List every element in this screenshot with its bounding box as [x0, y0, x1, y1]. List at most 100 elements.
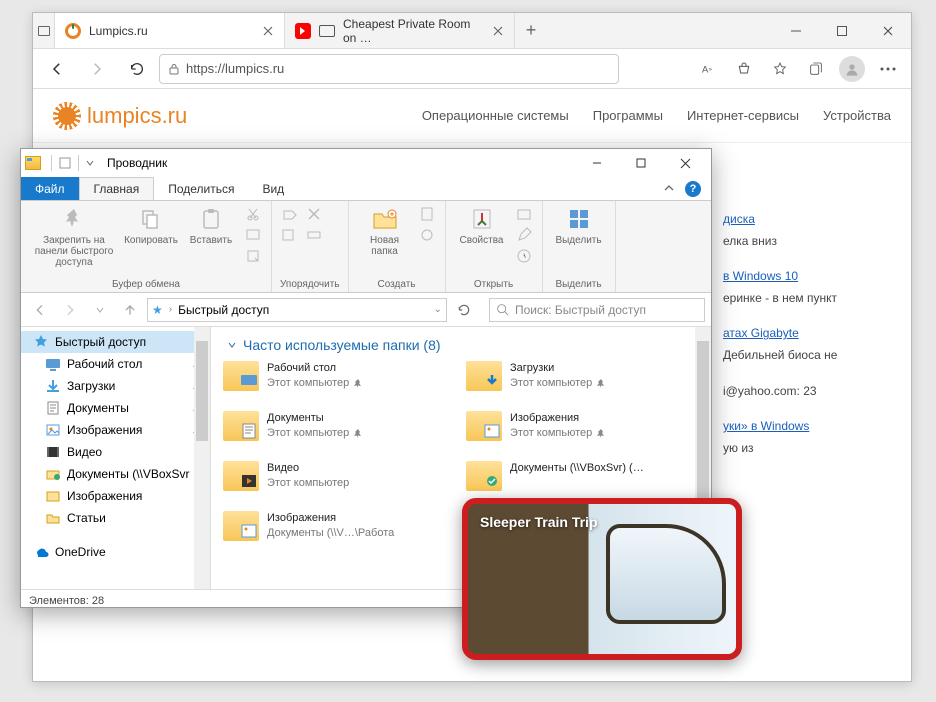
tree-item-star[interactable]: Быстрый доступ	[21, 331, 210, 353]
cut-button[interactable]	[243, 205, 263, 223]
tree-item-downloads[interactable]: Загрузки	[21, 375, 210, 397]
forward-button[interactable]	[79, 53, 115, 85]
chevron-down-icon[interactable]: ⌄	[434, 304, 442, 315]
pin-icon	[596, 428, 606, 438]
minimize-button[interactable]	[575, 149, 619, 177]
qat-dropdown-icon[interactable]	[85, 158, 95, 168]
ribbon-tab-file[interactable]: Файл	[21, 177, 79, 200]
snippet-text: i@yahoo.com: 23	[723, 384, 817, 398]
snippet-link[interactable]: диска	[723, 212, 755, 226]
up-button[interactable]	[117, 297, 143, 323]
forward-button[interactable]	[57, 297, 83, 323]
nav-devices[interactable]: Устройства	[823, 108, 891, 123]
profile-button[interactable]	[835, 53, 869, 85]
folder-name: Документы (\\VBoxSvr) (…	[510, 461, 644, 476]
close-button[interactable]	[663, 149, 707, 177]
select-button[interactable]: Выделить	[551, 205, 607, 246]
reading-mode-button[interactable]: A»	[691, 53, 725, 85]
explorer-titlebar[interactable]: Проводник	[21, 149, 711, 177]
qat-properties-icon[interactable]	[58, 156, 72, 170]
move-to-button[interactable]	[280, 205, 300, 223]
new-item-button[interactable]	[417, 205, 437, 223]
breadcrumb[interactable]: ★ › Быстрый доступ ⌄	[147, 298, 447, 322]
section-header[interactable]: Часто используемые папки (8)	[211, 327, 711, 361]
scrollbar[interactable]	[194, 327, 210, 589]
easy-access-button[interactable]	[417, 226, 437, 244]
tab-lumpics[interactable]: Lumpics.ru	[55, 13, 285, 48]
site-nav: Операционные системы Программы Интернет-…	[422, 108, 891, 123]
refresh-button[interactable]	[451, 297, 477, 323]
folder-item[interactable]: ВидеоЭтот компьютер	[223, 461, 456, 505]
copy-path-button[interactable]	[243, 226, 263, 244]
section-title: Часто используемые папки (8)	[243, 337, 441, 353]
paste-button[interactable]: Вставить	[183, 205, 239, 268]
minimize-button[interactable]	[773, 13, 819, 48]
help-icon[interactable]: ?	[685, 181, 701, 197]
folder-item[interactable]: ЗагрузкиЭтот компьютер	[466, 361, 699, 405]
collapse-ribbon-icon[interactable]	[663, 183, 675, 195]
maximize-button[interactable]	[819, 13, 865, 48]
copy-to-button[interactable]	[280, 226, 300, 244]
new-tab-button[interactable]: +	[515, 13, 547, 48]
ribbon-tab-view[interactable]: Вид	[248, 177, 298, 200]
back-button[interactable]	[39, 53, 75, 85]
tab-actions-button[interactable]	[33, 13, 55, 48]
history-button[interactable]	[514, 247, 534, 265]
collections-button[interactable]	[799, 53, 833, 85]
video-icon	[45, 444, 61, 460]
menu-button[interactable]	[871, 53, 905, 85]
close-button[interactable]	[865, 13, 911, 48]
favorites-button[interactable]	[763, 53, 797, 85]
snippet-link[interactable]: в Windows 10	[723, 269, 798, 283]
tree-item-desktop[interactable]: Рабочий стол	[21, 353, 210, 375]
tree-label: Быстрый доступ	[55, 335, 146, 349]
close-icon[interactable]	[262, 25, 274, 37]
tree-item-onedrive[interactable]: OneDrive	[21, 541, 210, 563]
folder-item[interactable]: ДокументыЭтот компьютер	[223, 411, 456, 455]
folder-icon	[223, 361, 259, 391]
ribbon-tab-share[interactable]: Поделиться	[154, 177, 248, 200]
nav-os[interactable]: Операционные системы	[422, 108, 569, 123]
back-button[interactable]	[27, 297, 53, 323]
snippet-link[interactable]: атах Gigabyte	[723, 326, 799, 340]
nav-services[interactable]: Интернет-сервисы	[687, 108, 799, 123]
recent-dropdown[interactable]	[87, 297, 113, 323]
status-text: Элементов: 28	[29, 595, 104, 607]
paste-shortcut-button[interactable]	[243, 247, 263, 265]
url-input[interactable]: https://lumpics.ru	[159, 54, 619, 84]
site-logo[interactable]: lumpics.ru	[53, 102, 187, 130]
maximize-button[interactable]	[619, 149, 663, 177]
search-input[interactable]: Поиск: Быстрый доступ	[489, 298, 705, 322]
tab-youtube[interactable]: Cheapest Private Room on …	[285, 13, 515, 48]
window-title: Проводник	[107, 156, 167, 170]
scroll-thumb[interactable]	[196, 341, 208, 441]
folder-item[interactable]: Рабочий столЭтот компьютер	[223, 361, 456, 405]
close-icon[interactable]	[492, 25, 504, 37]
picture-in-picture[interactable]: Sleeper Train Trip	[462, 498, 742, 660]
tree-item-video[interactable]: Видео	[21, 441, 210, 463]
new-folder-button[interactable]: Новая папка	[357, 205, 413, 257]
quick-access-toolbar	[47, 155, 95, 171]
ribbon-tab-home[interactable]: Главная	[79, 177, 155, 200]
delete-button[interactable]	[304, 205, 324, 223]
properties-button[interactable]: Свойства	[454, 205, 510, 265]
nav-programs[interactable]: Программы	[593, 108, 663, 123]
tree-item-documents[interactable]: Документы	[21, 397, 210, 419]
tree-item-folder[interactable]: Статьи	[21, 507, 210, 529]
copy-button[interactable]: Копировать	[123, 205, 179, 268]
tree-item-pictures2[interactable]: Изображения	[21, 485, 210, 507]
tree-item-pictures[interactable]: Изображения	[21, 419, 210, 441]
tree-label: Изображения	[67, 489, 142, 503]
tree-item-netfolder[interactable]: Документы (\\VBoxSvr	[21, 463, 210, 485]
folder-item[interactable]: ИзображенияДокументы (\\V…\Работа	[223, 511, 456, 555]
shopping-button[interactable]	[727, 53, 761, 85]
refresh-button[interactable]	[119, 53, 155, 85]
pin-to-quickaccess-button[interactable]: Закрепить на панели быстрого доступа	[29, 205, 119, 268]
snippet-link[interactable]: уки» в Windows	[723, 419, 809, 433]
edit-button[interactable]	[514, 226, 534, 244]
scroll-thumb[interactable]	[697, 341, 709, 501]
folder-icon	[466, 411, 502, 441]
folder-item[interactable]: ИзображенияЭтот компьютер	[466, 411, 699, 455]
rename-button[interactable]	[304, 226, 324, 244]
open-button[interactable]	[514, 205, 534, 223]
